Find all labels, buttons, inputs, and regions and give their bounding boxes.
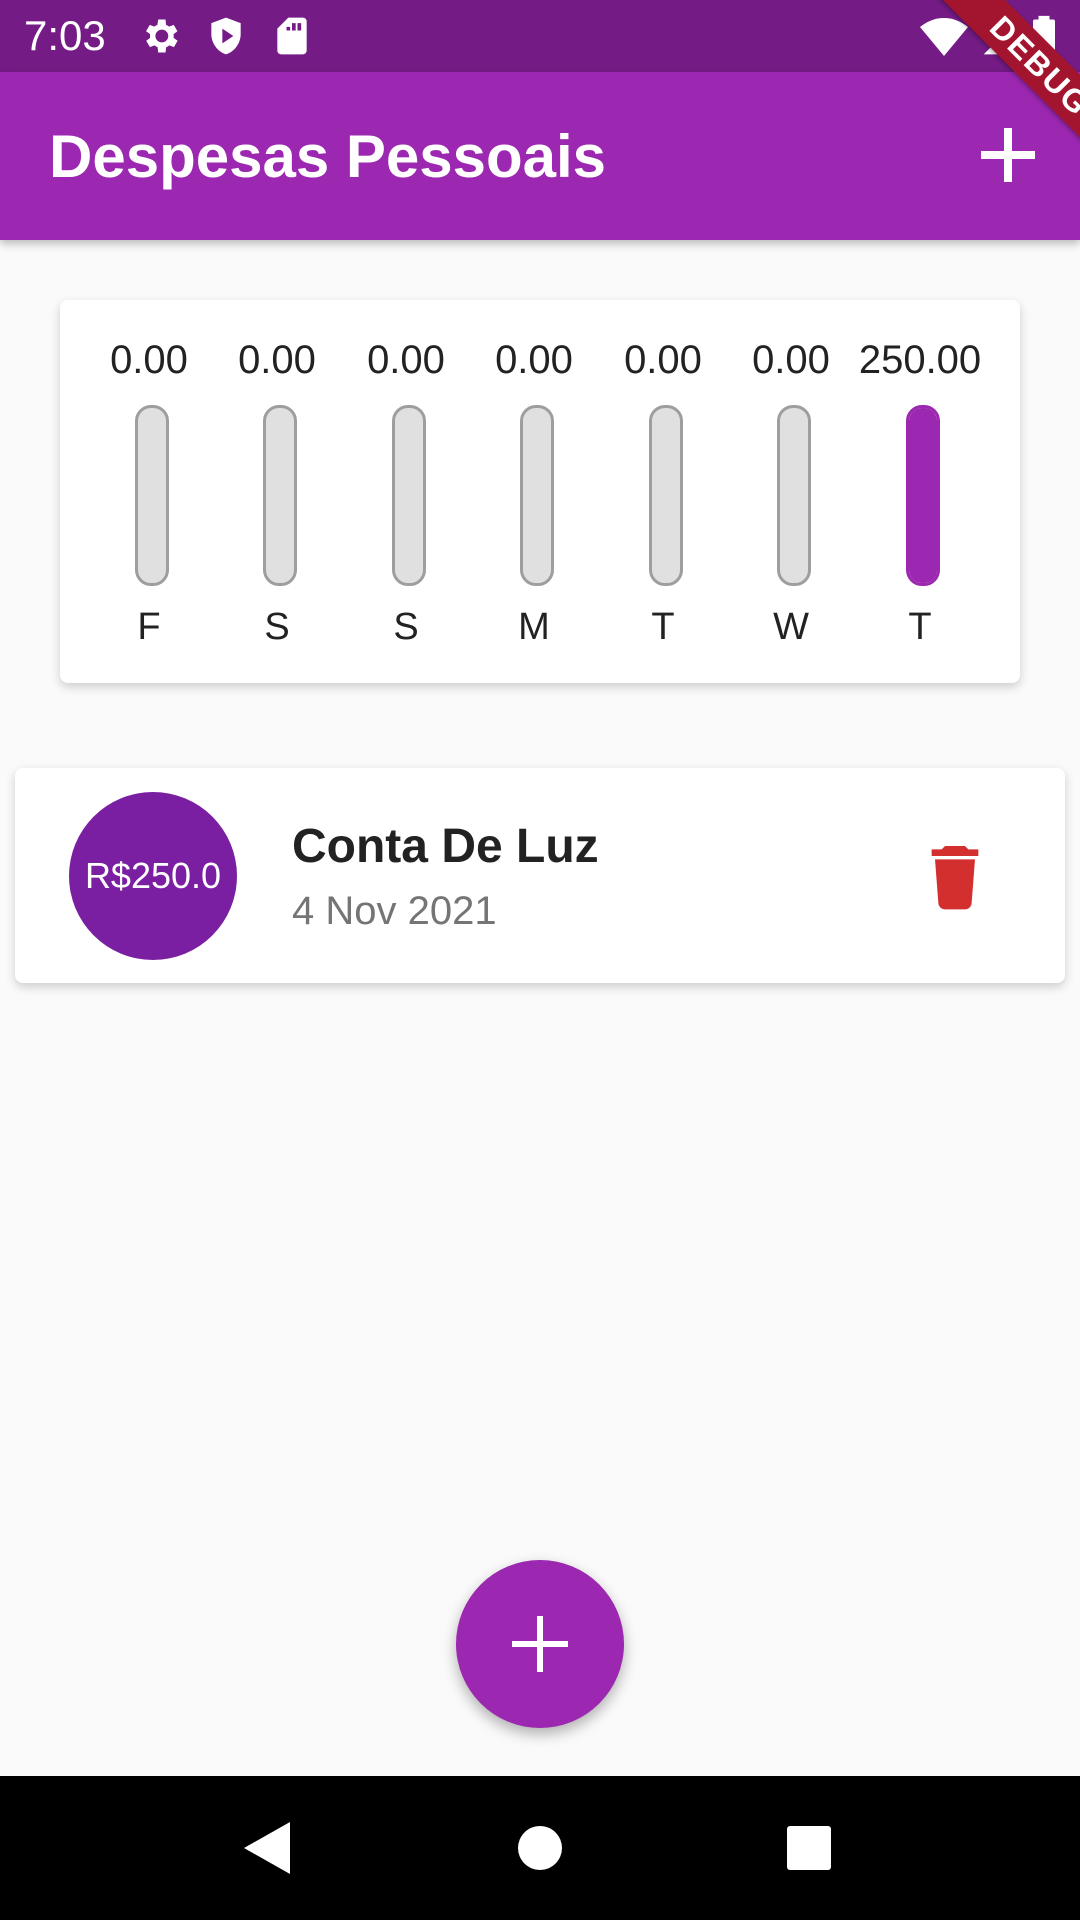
chart-bar [135, 405, 169, 586]
transaction-date: 4 Nov 2021 [292, 889, 497, 933]
recents-button[interactable] [777, 1816, 841, 1880]
back-button[interactable] [236, 1816, 300, 1880]
transaction-list-item[interactable]: R$250.0 Conta De Luz 4 Nov 2021 [15, 768, 1065, 983]
chart-bar [520, 405, 554, 586]
chart-day-label: T [908, 606, 932, 648]
battery-icon [1030, 14, 1058, 63]
chart-column: 0.00 F [85, 300, 213, 683]
add-expense-fab[interactable] [456, 1560, 624, 1728]
chart-amount-label: 250.00 [858, 338, 982, 382]
chart-day-label: M [518, 606, 550, 648]
chart-column: 0.00 T [599, 300, 727, 683]
chart-bar-fill [909, 408, 937, 583]
chart-amount-label: 0.00 [110, 338, 188, 382]
chart-bar [392, 405, 426, 586]
chart-amount-label: 0.00 [624, 338, 702, 382]
play-protect-icon [204, 14, 248, 63]
plus-icon [981, 128, 1035, 182]
sd-card-icon [270, 14, 314, 63]
chart-bar [649, 405, 683, 586]
chart-amount-label: 0.00 [495, 338, 573, 382]
chart-day-label: W [773, 606, 809, 648]
chart-day-label: S [393, 606, 419, 648]
system-nav-bar [0, 1776, 1080, 1920]
chart-day-label: S [264, 606, 290, 648]
home-icon [518, 1826, 562, 1870]
chart-amount-label: 0.00 [752, 338, 830, 382]
back-icon [244, 1822, 290, 1874]
recents-icon [787, 1826, 831, 1870]
status-bar: 7:03 [0, 0, 1080, 72]
chart-column: 250.00 T [856, 300, 984, 683]
chart-column: 0.00 S [213, 300, 341, 683]
chart-amount-label: 0.00 [238, 338, 316, 382]
chart-column: 0.00 M [470, 300, 598, 683]
wifi-icon [920, 14, 968, 63]
chart-day-label: F [137, 606, 161, 648]
home-button[interactable] [508, 1816, 572, 1880]
transaction-title: Conta De Luz [292, 820, 599, 873]
chart-bar [906, 405, 940, 586]
delete-transaction-button[interactable] [915, 836, 995, 916]
signal-icon [980, 14, 1024, 63]
gear-icon [138, 14, 182, 63]
transaction-amount: R$250.0 [84, 855, 222, 896]
chart-bar [777, 405, 811, 586]
chart-bar [263, 405, 297, 586]
chart-column: 0.00 W [727, 300, 855, 683]
chart-amount-label: 0.00 [367, 338, 445, 382]
chart-day-label: T [651, 606, 675, 648]
weekly-chart-card: 0.00 F 0.00 S 0.00 S 0.00 M 0.00 T 0.00 … [60, 300, 1020, 683]
status-time: 7:03 [24, 12, 106, 59]
app-title: Despesas Pessoais [49, 123, 607, 190]
transaction-amount-avatar: R$250.0 [69, 792, 237, 960]
add-expense-button[interactable] [975, 122, 1041, 188]
chart-column: 0.00 S [342, 300, 470, 683]
app-bar: Despesas Pessoais [0, 72, 1080, 240]
plus-icon [512, 1616, 568, 1672]
trash-icon [931, 846, 979, 910]
